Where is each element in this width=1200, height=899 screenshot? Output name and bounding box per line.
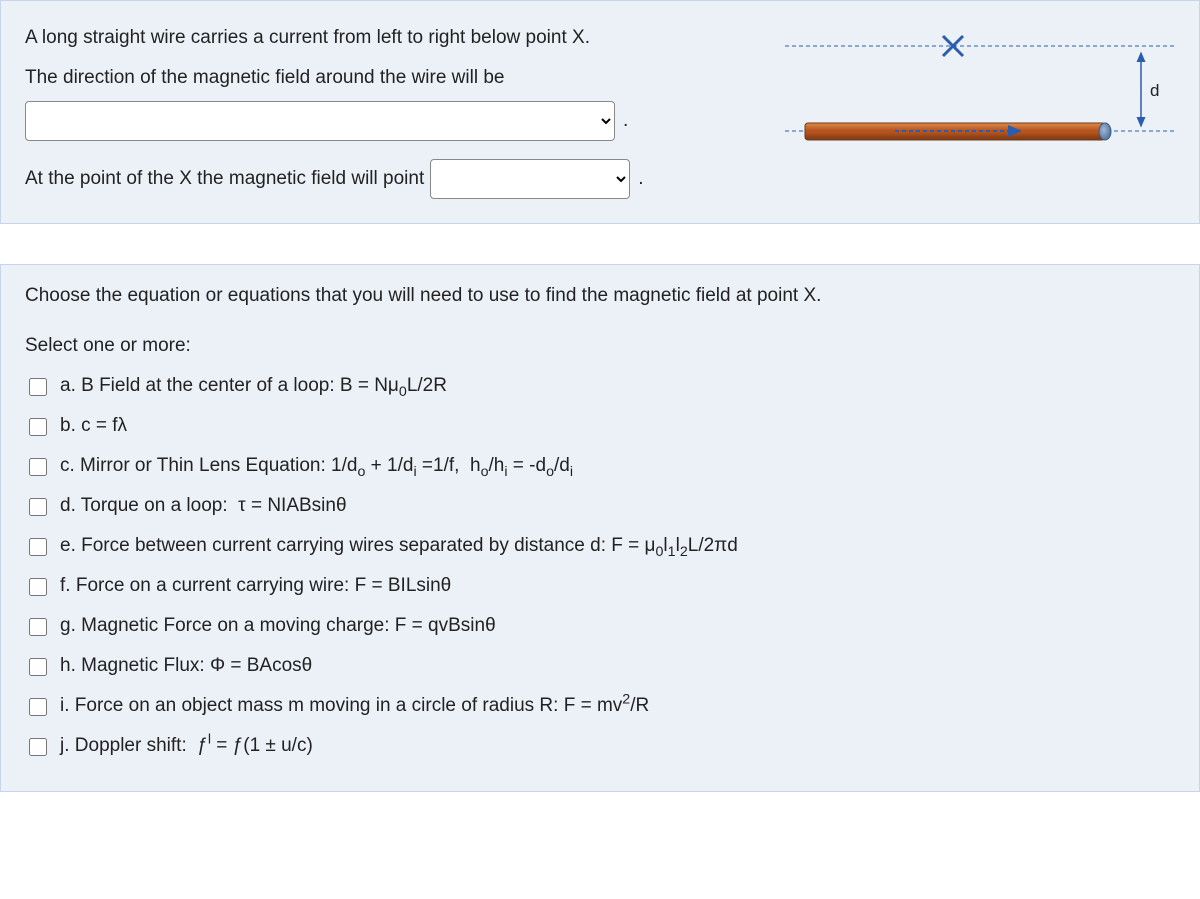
option-checkbox-g[interactable] — [29, 618, 47, 636]
option-label: a. B Field at the center of a loop: B = … — [60, 375, 447, 397]
option-row: g. Magnetic Force on a moving charge: F … — [25, 607, 1175, 647]
option-checkbox-f[interactable] — [29, 578, 47, 596]
q1-dropdown-row-2: At the point of the X the magnetic field… — [25, 159, 755, 199]
option-checkbox-b[interactable] — [29, 418, 47, 436]
option-row: d. Torque on a loop: τ = NIABsinθ — [25, 487, 1175, 527]
option-label: f. Force on a current carrying wire: F =… — [60, 575, 451, 597]
q2-instruction: Select one or more: — [25, 335, 1175, 357]
option-label: b. c = fλ — [60, 415, 127, 437]
option-row: c. Mirror or Thin Lens Equation: 1/do + … — [25, 447, 1175, 487]
q1-dropdown-row-1: . — [25, 101, 755, 141]
option-label: c. Mirror or Thin Lens Equation: 1/do + … — [60, 455, 573, 477]
option-checkbox-h[interactable] — [29, 658, 47, 676]
option-label: j. Doppler shift: ƒl = ƒ(1 ± u/c) — [60, 735, 313, 757]
option-row: j. Doppler shift: ƒl = ƒ(1 ± u/c) — [25, 727, 1175, 767]
q1-line1: A long straight wire carries a current f… — [25, 21, 755, 55]
period-2: . — [638, 168, 643, 190]
option-label: g. Magnetic Force on a moving charge: F … — [60, 615, 496, 637]
option-label: h. Magnetic Flux: Φ = BAcosθ — [60, 655, 312, 677]
option-row: b. c = fλ — [25, 407, 1175, 447]
point-direction-select[interactable] — [430, 159, 630, 199]
question-1-panel: A long straight wire carries a current f… — [0, 0, 1200, 224]
q1-text-block: A long straight wire carries a current f… — [25, 21, 755, 199]
option-row: e. Force between current carrying wires … — [25, 527, 1175, 567]
q1-layout: A long straight wire carries a current f… — [25, 21, 1175, 199]
option-checkbox-e[interactable] — [29, 538, 47, 556]
q1-line2: The direction of the magnetic field arou… — [25, 61, 755, 95]
options-list: a. B Field at the center of a loop: B = … — [25, 367, 1175, 767]
option-label: e. Force between current carrying wires … — [60, 535, 738, 557]
option-label: d. Torque on a loop: τ = NIABsinθ — [60, 495, 347, 517]
q1-line3-prefix: At the point of the X the magnetic field… — [25, 168, 424, 190]
option-checkbox-a[interactable] — [29, 378, 47, 396]
d-label: d — [1150, 81, 1159, 100]
option-row: i. Force on an object mass m moving in a… — [25, 687, 1175, 727]
option-checkbox-i[interactable] — [29, 698, 47, 716]
period-1: . — [623, 110, 628, 132]
option-checkbox-d[interactable] — [29, 498, 47, 516]
diagram-svg: d — [785, 21, 1175, 171]
question-2-panel: Choose the equation or equations that yo… — [0, 264, 1200, 792]
option-checkbox-c[interactable] — [29, 458, 47, 476]
wire-diagram: d — [785, 21, 1175, 171]
option-checkbox-j[interactable] — [29, 738, 47, 756]
option-label: i. Force on an object mass m moving in a… — [60, 695, 649, 717]
wire-end-cap — [1099, 123, 1111, 140]
option-row: a. B Field at the center of a loop: B = … — [25, 367, 1175, 407]
option-row: f. Force on a current carrying wire: F =… — [25, 567, 1175, 607]
direction-select[interactable] — [25, 101, 615, 141]
q2-prompt: Choose the equation or equations that yo… — [25, 285, 1175, 307]
option-row: h. Magnetic Flux: Φ = BAcosθ — [25, 647, 1175, 687]
